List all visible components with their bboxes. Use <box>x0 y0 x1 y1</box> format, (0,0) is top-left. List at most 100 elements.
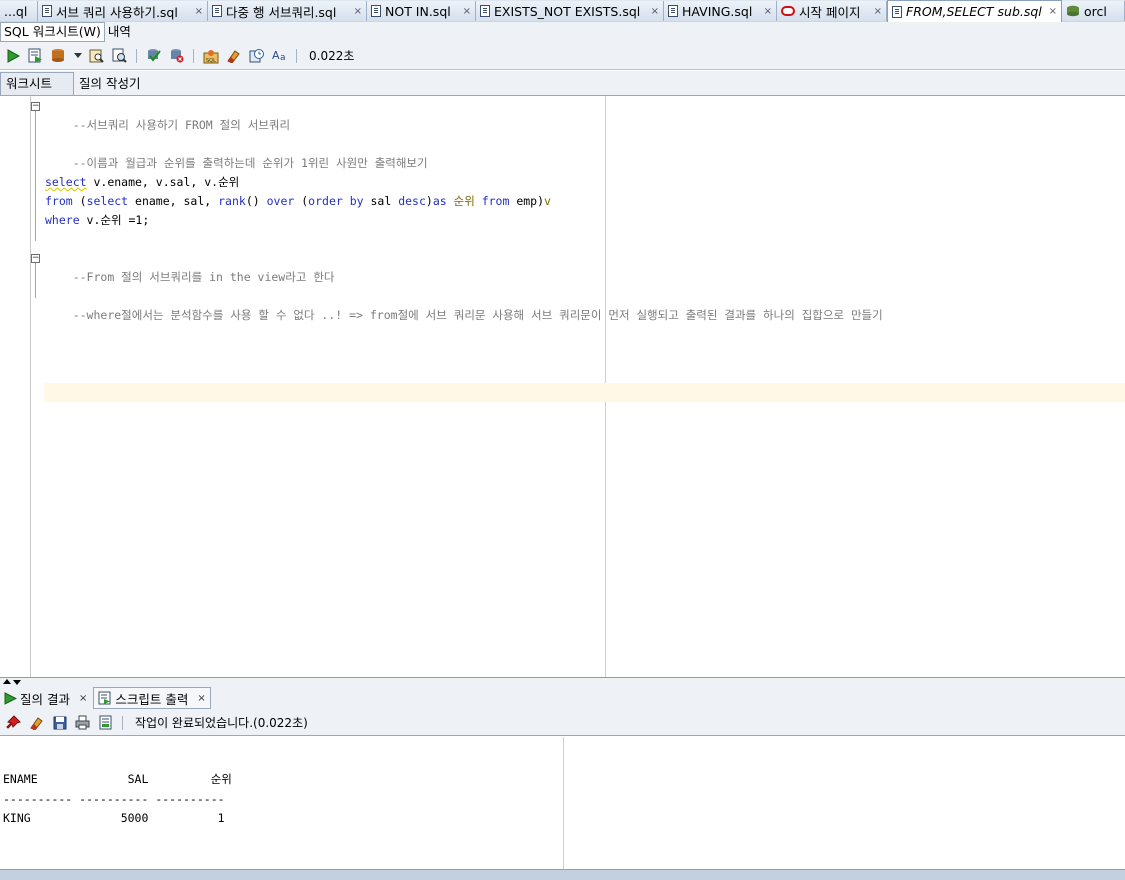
sql-text: ( <box>294 194 309 208</box>
tab-history[interactable]: 내역 <box>105 23 134 41</box>
oracle-icon <box>781 6 795 16</box>
sql-text: sal <box>363 194 399 208</box>
code-line-5: select v.ename, v.sal, v.순위 <box>45 173 239 192</box>
svg-text:a: a <box>280 53 286 63</box>
maximize-editor-icon[interactable] <box>3 679 11 684</box>
doc-tab-from-select-active[interactable]: FROM,SELECT sub.sql × <box>887 0 1062 22</box>
doc-tab-multirow-subquery[interactable]: 다중 행 서브쿼리.sql × <box>208 1 367 21</box>
clear-icon[interactable] <box>225 47 242 64</box>
doc-tab-exists[interactable]: EXISTS_NOT EXISTS.sql × <box>476 1 664 21</box>
sql-comment: --where절에서는 분석함수를 사용 할 수 없다 ..! => from절… <box>72 308 883 322</box>
editor-view-tabs: 워크시트 질의 작성기 <box>0 71 1125 96</box>
close-icon[interactable]: × <box>463 6 471 17</box>
code-line-9: --From 절의 서브쿼리를 in the view라고 한다 <box>45 249 335 284</box>
close-icon[interactable]: × <box>79 693 87 704</box>
close-icon[interactable]: × <box>764 6 772 17</box>
tab-script-output[interactable]: 스크립트 출력 × <box>93 687 211 709</box>
doc-tab-subquery[interactable]: 서브 쿼리 사용하기.sql × <box>38 1 208 21</box>
close-icon[interactable]: × <box>651 6 659 17</box>
sql-keyword: where <box>45 213 80 227</box>
doc-tab-overflow[interactable]: ...ql <box>0 1 38 21</box>
sql-connection-icon <box>1067 5 1079 17</box>
format-icon[interactable]: Aa <box>271 47 288 64</box>
sql-tuning-icon[interactable]: SQL <box>202 47 219 64</box>
output-divider <box>563 737 564 869</box>
save-icon[interactable] <box>51 714 68 731</box>
doc-tab-label: EXISTS_NOT EXISTS.sql <box>494 3 641 19</box>
fold-collapse-icon[interactable]: − <box>31 254 40 263</box>
doc-tab-having[interactable]: HAVING.sql × <box>664 1 777 21</box>
output-status: 작업이 완료되었습니다.(0.022초) <box>135 716 308 730</box>
doc-tab-not-in[interactable]: NOT IN.sql × <box>367 1 476 21</box>
pin-icon[interactable] <box>5 714 22 731</box>
sql-keyword: over <box>266 194 295 208</box>
output-data-row: KING 5000 1 <box>3 811 225 825</box>
sql-keyword: as <box>432 194 447 208</box>
output-tab-strip: 질의 결과 × 스크립트 출력 × <box>0 686 1125 710</box>
run-statement-icon[interactable] <box>4 47 21 64</box>
worksheet-mode-tabs: SQL 워크시트(W) 내역 <box>0 22 1125 42</box>
sql-alias: 순위 <box>446 194 482 208</box>
doc-tab-start-page[interactable]: 시작 페이지 × <box>777 1 887 21</box>
script-output-icon <box>98 691 111 705</box>
doc-tab-label: HAVING.sql <box>682 3 753 19</box>
sql-keyword: select <box>86 194 129 208</box>
sql-file-icon <box>371 5 381 17</box>
sql-function: rank <box>218 194 246 208</box>
close-icon[interactable]: × <box>874 6 882 17</box>
commit-transaction-icon[interactable] <box>145 47 162 64</box>
doc-tab-orcl[interactable]: orcl <box>1062 1 1125 21</box>
sql-text: () <box>245 194 267 208</box>
sql-alias: v <box>544 194 551 208</box>
sql-text: ename, sal, <box>128 194 219 208</box>
explain-plan-icon[interactable] <box>88 47 105 64</box>
history-icon[interactable] <box>248 47 265 64</box>
output-separator-row: ---------- ---------- ---------- <box>3 792 225 806</box>
sql-editor[interactable]: − − --서브쿼리 사용하기 FROM 절의 서브쿼리 --이름과 월급과 순… <box>0 96 1125 677</box>
run-script-icon[interactable] <box>27 47 44 64</box>
sql-text: v.ename, v.sal, v.순위 <box>86 175 240 189</box>
tab-worksheet[interactable]: 워크시트 <box>0 72 74 95</box>
maximize-output-icon[interactable] <box>13 680 21 685</box>
sql-comment: --서브쿼리 사용하기 FROM 절의 서브쿼리 <box>72 118 291 132</box>
code-line-6: from (select ename, sal, rank() over (or… <box>45 192 551 211</box>
sql-keyword: from <box>45 194 73 208</box>
sql-text: v.순위 =1; <box>79 213 150 227</box>
sql-text: ) <box>425 194 433 208</box>
commit-icon[interactable] <box>50 47 67 64</box>
toolbar-separator <box>296 48 297 63</box>
output-toolbar: 작업이 완료되었습니다.(0.022초) <box>0 710 1125 736</box>
open-file-icon[interactable] <box>97 714 114 731</box>
tab-query-builder[interactable]: 질의 작성기 <box>74 73 145 95</box>
svg-text:SQL: SQL <box>206 58 216 64</box>
rollback-icon[interactable] <box>168 47 185 64</box>
close-icon[interactable]: × <box>1049 6 1057 17</box>
dropdown-icon[interactable] <box>73 47 82 64</box>
sql-comment: --From 절의 서브쿼리를 in the view라고 한다 <box>72 270 335 284</box>
close-icon[interactable]: × <box>197 693 205 704</box>
sql-keyword: order by <box>308 194 364 208</box>
code-line-7: where v.순위 =1; <box>45 211 149 230</box>
current-line-highlight <box>44 383 1125 402</box>
doc-tab-label: orcl <box>1084 3 1107 19</box>
close-icon[interactable]: × <box>195 6 203 17</box>
toolbar-separator <box>136 48 137 63</box>
close-icon[interactable]: × <box>354 6 362 17</box>
fold-collapse-icon[interactable]: − <box>31 102 40 111</box>
clear-icon[interactable] <box>28 714 45 731</box>
sql-text: ( <box>72 194 87 208</box>
document-tab-strip: ...ql 서브 쿼리 사용하기.sql × 다중 행 서브쿼리.sql × N… <box>0 0 1125 23</box>
script-output-panel[interactable]: ENAME SAL 순위 ---------- ---------- -----… <box>0 737 1125 869</box>
tab-label: 질의 결과 <box>20 691 70 707</box>
tab-sql-worksheet[interactable]: SQL 워크시트(W) <box>0 22 105 42</box>
sql-file-icon <box>892 5 902 18</box>
autotrace-icon[interactable] <box>111 47 128 64</box>
toolbar-separator <box>122 715 123 730</box>
run-icon <box>4 691 17 705</box>
doc-tab-label: FROM,SELECT sub.sql <box>906 4 1042 19</box>
code-line-11: --where절에서는 분석함수를 사용 할 수 없다 ..! => from절… <box>45 287 883 322</box>
tab-query-result[interactable]: 질의 결과 × <box>0 688 91 708</box>
sql-file-icon <box>668 5 678 17</box>
sql-keyword: desc <box>398 194 426 208</box>
print-icon[interactable] <box>74 714 91 731</box>
